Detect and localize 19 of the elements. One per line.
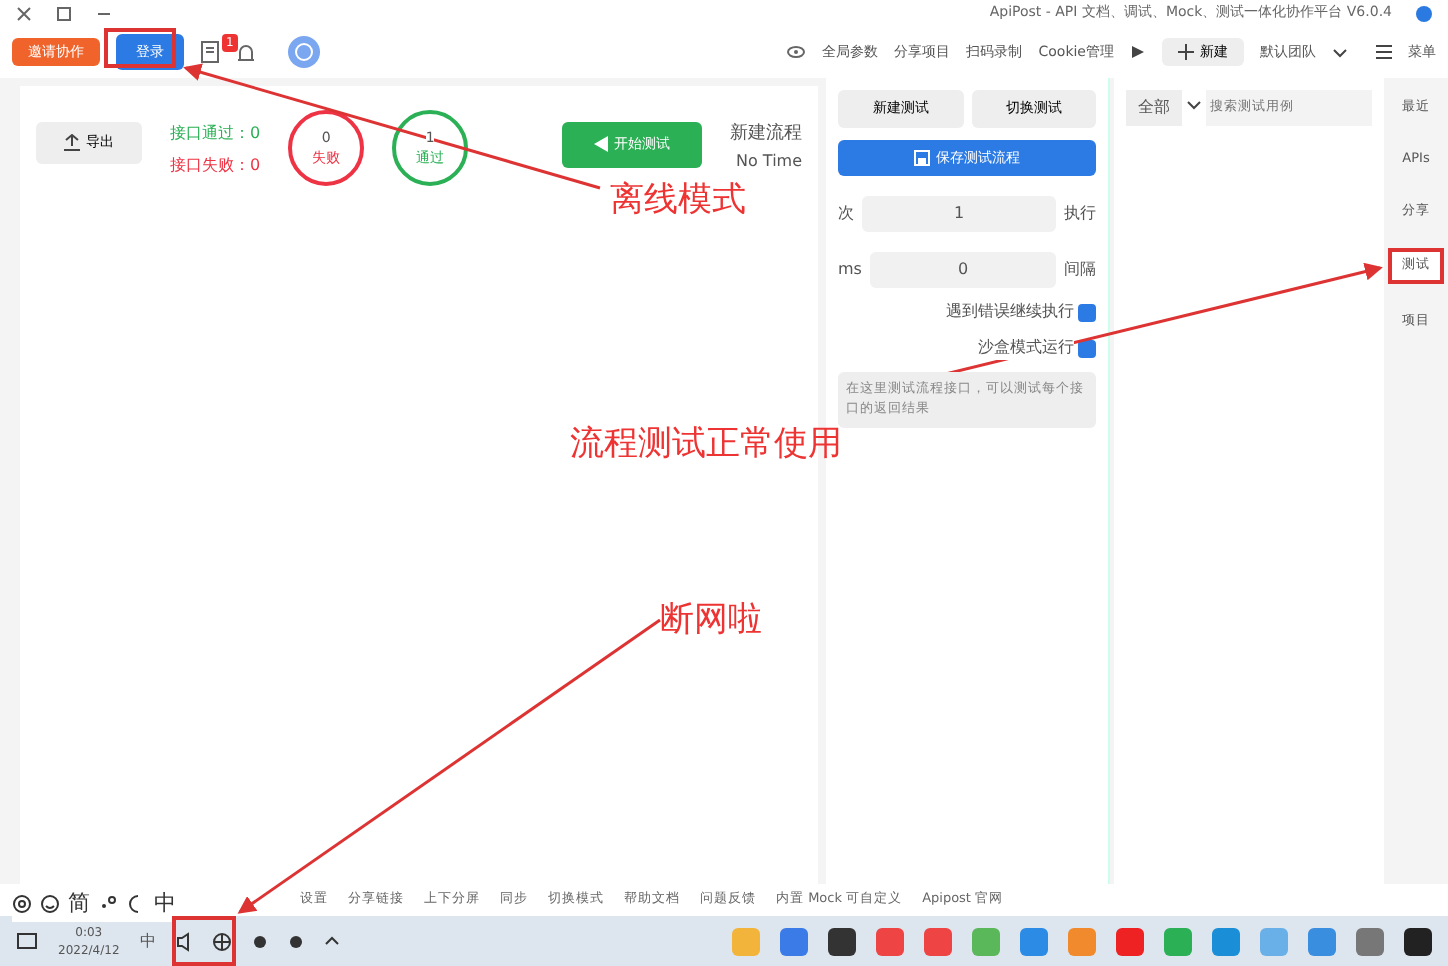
flow-title: 新建流程 [730, 122, 802, 148]
annotation-text: 断网啦 [660, 598, 762, 644]
stat-text: 接口失败：0 [170, 154, 261, 178]
unit-label: 次 [838, 202, 854, 226]
stat-text: 接口通过：0 [170, 122, 261, 146]
ime-option[interactable]: 简 [68, 888, 90, 921]
annotation-text: 离线模式 [610, 178, 746, 224]
number-field[interactable]: 1 [862, 196, 1056, 232]
field-label: 间隔 [1064, 258, 1096, 282]
filter-dropdown[interactable]: 全部 [1126, 90, 1182, 126]
unit-label: ms [838, 258, 862, 282]
flow-subtitle: No Time [734, 149, 802, 173]
number-field[interactable]: 0 [869, 252, 1056, 288]
field-label: 执行 [1064, 202, 1096, 226]
option-label: 沙盒模式运行 [978, 336, 1074, 360]
option-label: 遇到错误继续执行 [946, 300, 1074, 324]
ime-indicator[interactable]: 中 [139, 929, 156, 953]
ime-option[interactable]: 中 [154, 888, 176, 921]
annotation-text: 流程测试正常使用 [570, 422, 842, 468]
